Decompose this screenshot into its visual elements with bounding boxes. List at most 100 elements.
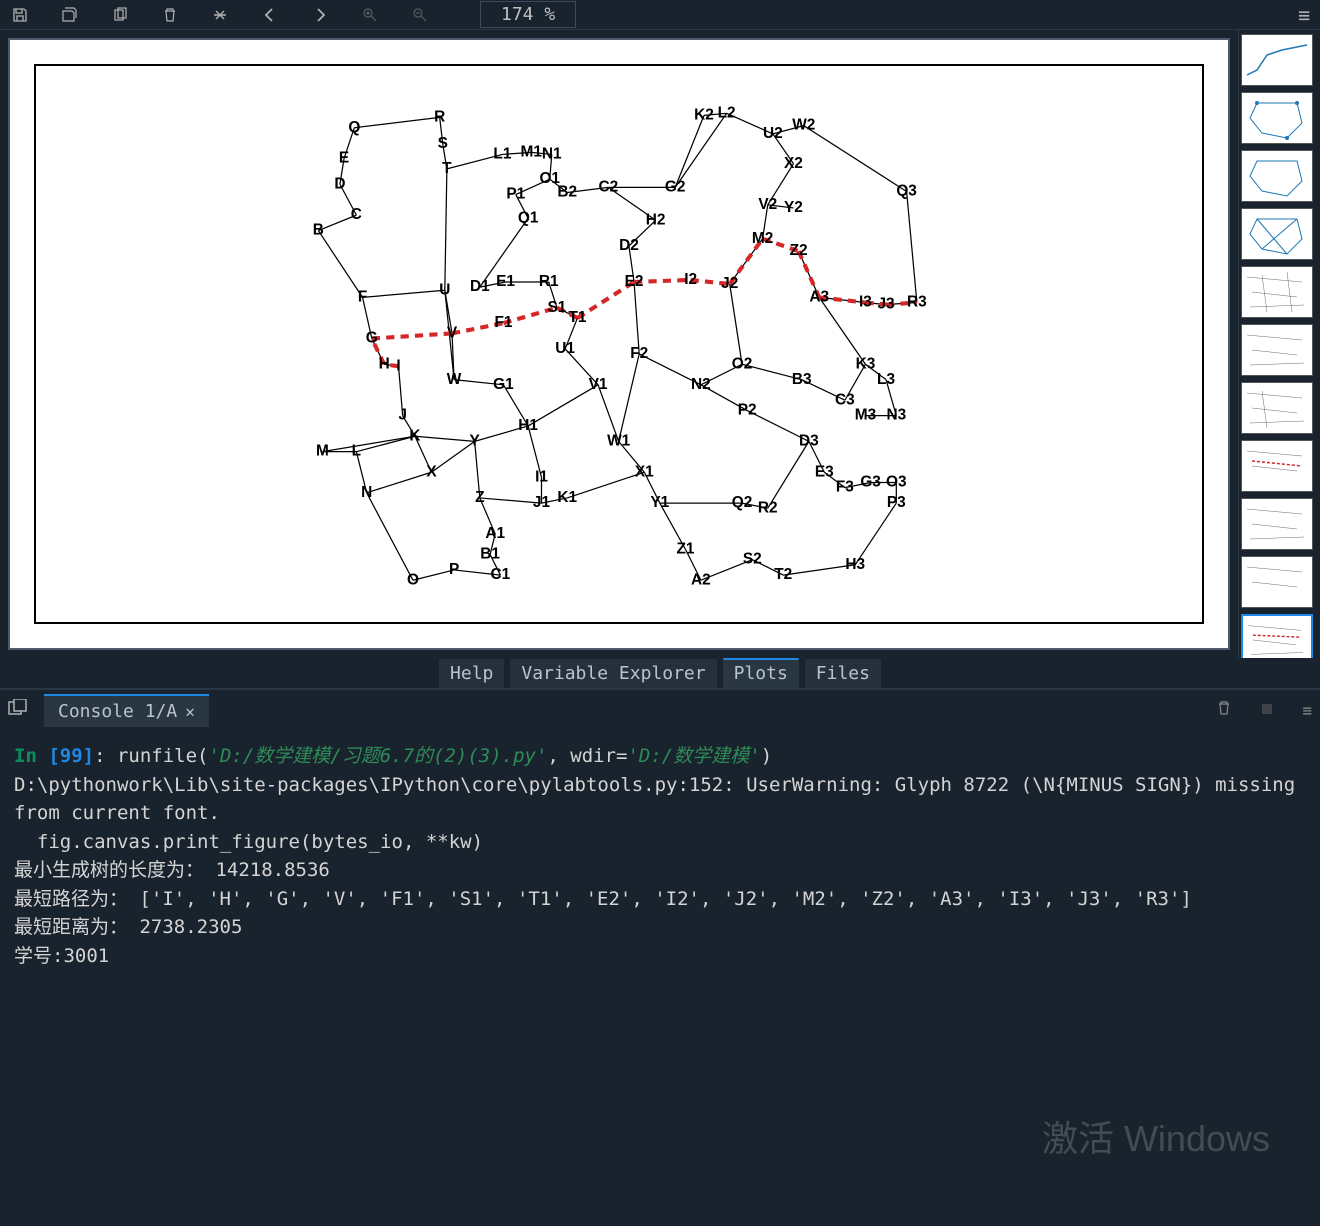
svg-text:M1: M1 bbox=[521, 144, 543, 161]
svg-text:N1: N1 bbox=[542, 146, 562, 163]
thumb-3[interactable] bbox=[1241, 150, 1313, 202]
hamburger-icon[interactable]: ≡ bbox=[1298, 3, 1310, 27]
prompt-colon: : bbox=[94, 745, 117, 767]
svg-text:U: U bbox=[440, 282, 451, 299]
thumb-6[interactable] bbox=[1241, 324, 1313, 376]
svg-text:X: X bbox=[427, 464, 438, 481]
plot-toolbar: 174 % ≡ bbox=[0, 0, 1320, 30]
svg-text:F3: F3 bbox=[836, 479, 854, 496]
zoom-out-icon[interactable] bbox=[410, 5, 430, 25]
thumb-11[interactable] bbox=[1241, 614, 1313, 658]
svg-text:R: R bbox=[434, 109, 445, 126]
thumb-2[interactable] bbox=[1241, 92, 1313, 144]
svg-text:O: O bbox=[407, 572, 419, 589]
svg-text:H2: H2 bbox=[646, 212, 666, 229]
save-all-icon[interactable] bbox=[60, 5, 80, 25]
svg-text:N3: N3 bbox=[887, 407, 907, 424]
tab-plots[interactable]: Plots bbox=[723, 658, 799, 688]
svg-text:P2: P2 bbox=[738, 402, 757, 419]
svg-text:C3: C3 bbox=[835, 392, 855, 409]
svg-text:G2: G2 bbox=[665, 179, 686, 196]
next-icon[interactable] bbox=[310, 5, 330, 25]
svg-text:D: D bbox=[335, 176, 346, 193]
svg-text:V: V bbox=[447, 325, 458, 342]
stop-icon[interactable] bbox=[1260, 701, 1274, 720]
svg-text:G: G bbox=[366, 330, 378, 347]
svg-text:P3: P3 bbox=[887, 494, 906, 511]
close-icon[interactable]: ✕ bbox=[185, 702, 195, 721]
hamburger-icon[interactable]: ≡ bbox=[1302, 701, 1312, 720]
svg-text:I2: I2 bbox=[685, 271, 698, 288]
svg-text:R3: R3 bbox=[907, 294, 927, 311]
svg-text:K3: K3 bbox=[856, 356, 876, 373]
thumb-8[interactable] bbox=[1241, 440, 1313, 492]
plot-canvas: QRSTEDCBL1M1N1O1P1B2C2Q1H2G2D2K2L2U2W2X2… bbox=[34, 64, 1203, 623]
svg-text:B: B bbox=[313, 222, 324, 239]
new-console-icon[interactable] bbox=[8, 699, 28, 721]
svg-text:L3: L3 bbox=[877, 371, 895, 388]
delete-icon[interactable] bbox=[160, 5, 180, 25]
svg-text:K1: K1 bbox=[558, 489, 578, 506]
delete-all-icon[interactable] bbox=[210, 5, 230, 25]
prompt-in: In bbox=[14, 745, 48, 767]
thumb-7[interactable] bbox=[1241, 382, 1313, 434]
plot-thumbnails[interactable] bbox=[1238, 30, 1320, 658]
runfile-call: runfile( bbox=[117, 745, 209, 767]
svg-text:J: J bbox=[399, 407, 408, 424]
plot-frame: QRSTEDCBL1M1N1O1P1B2C2Q1H2G2D2K2L2U2W2X2… bbox=[8, 38, 1230, 650]
svg-text:Q: Q bbox=[349, 119, 361, 136]
console-output[interactable]: In [99]: runfile('D:/数学建模/习题6.7的(2)(3).p… bbox=[0, 730, 1320, 1226]
svg-text:Z: Z bbox=[475, 489, 484, 506]
svg-text:D2: D2 bbox=[619, 237, 639, 254]
svg-text:X1: X1 bbox=[635, 464, 654, 481]
windows-watermark: 激活 Windows bbox=[1042, 1112, 1270, 1166]
svg-text:P: P bbox=[449, 561, 459, 578]
save-icon[interactable] bbox=[10, 5, 30, 25]
svg-text:R1: R1 bbox=[539, 273, 559, 290]
console-tab-bar: Console 1/A ✕ ≡ bbox=[0, 690, 1320, 730]
svg-text:M3: M3 bbox=[855, 407, 877, 424]
svg-text:C1: C1 bbox=[491, 566, 511, 583]
svg-text:Y1: Y1 bbox=[651, 494, 670, 511]
thumb-10[interactable] bbox=[1241, 556, 1313, 608]
svg-text:Y2: Y2 bbox=[784, 199, 803, 216]
svg-text:Q3: Q3 bbox=[897, 183, 918, 200]
svg-text:A1: A1 bbox=[486, 525, 506, 542]
tab-files[interactable]: Files bbox=[805, 659, 881, 688]
out-dist: 最短距离为： 2738.2305 bbox=[14, 916, 242, 938]
pane-tabs: Help Variable Explorer Plots Files bbox=[0, 658, 1320, 688]
svg-text:Y: Y bbox=[470, 433, 481, 450]
svg-text:H: H bbox=[379, 356, 390, 373]
svg-text:D3: D3 bbox=[799, 433, 819, 450]
svg-text:D1: D1 bbox=[470, 279, 490, 296]
plot-main-view: QRSTEDCBL1M1N1O1P1B2C2Q1H2G2D2K2L2U2W2X2… bbox=[0, 30, 1238, 658]
svg-text:O3: O3 bbox=[886, 474, 907, 491]
zoom-in-icon[interactable] bbox=[360, 5, 380, 25]
thumb-9[interactable] bbox=[1241, 498, 1313, 550]
svg-text:A2: A2 bbox=[691, 572, 711, 589]
svg-text:B2: B2 bbox=[558, 184, 578, 201]
runfile-end: ) bbox=[761, 745, 772, 767]
svg-text:B3: B3 bbox=[792, 371, 812, 388]
svg-text:F1: F1 bbox=[495, 315, 513, 332]
svg-text:U1: U1 bbox=[556, 340, 576, 357]
svg-text:T2: T2 bbox=[775, 566, 793, 583]
svg-text:M2: M2 bbox=[752, 230, 773, 247]
out-id: 学号:3001 bbox=[14, 945, 109, 967]
thumb-1[interactable] bbox=[1241, 34, 1313, 86]
copy-icon[interactable] bbox=[110, 5, 130, 25]
svg-text:T: T bbox=[443, 160, 453, 177]
console-tab-1[interactable]: Console 1/A ✕ bbox=[44, 694, 209, 727]
thumb-4[interactable] bbox=[1241, 208, 1313, 260]
zoom-level[interactable]: 174 % bbox=[480, 1, 576, 28]
trash-icon[interactable] bbox=[1216, 700, 1232, 720]
warning-1: D:\pythonwork\Lib\site-packages\IPython\… bbox=[14, 774, 1307, 825]
svg-text:J2: J2 bbox=[721, 275, 738, 292]
runfile-mid: , wdir= bbox=[547, 745, 627, 767]
prev-icon[interactable] bbox=[260, 5, 280, 25]
out-path-label: 最短路径为： bbox=[14, 888, 139, 910]
tab-help[interactable]: Help bbox=[439, 659, 504, 688]
svg-text:R2: R2 bbox=[758, 500, 778, 517]
tab-variable-explorer[interactable]: Variable Explorer bbox=[510, 659, 716, 688]
thumb-5[interactable] bbox=[1241, 266, 1313, 318]
